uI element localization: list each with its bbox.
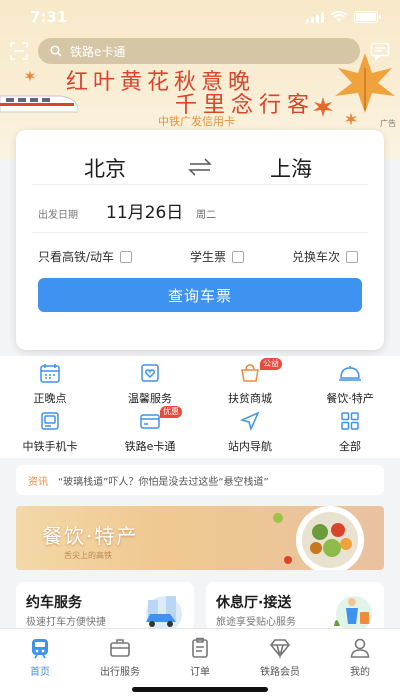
service-label: 中铁手机卡 [22, 440, 78, 453]
divider [32, 232, 368, 233]
service-label: 温馨服务 [128, 392, 172, 405]
calendar-clock-icon [37, 362, 63, 384]
filter-options: 只看高铁/动车 学生票 兑换车次 [16, 248, 384, 268]
order-list-icon [189, 637, 211, 659]
option-label: 兑换车次 [292, 250, 341, 264]
banner-sponsor: 中铁广发信用卡 [158, 115, 235, 128]
service-item-care[interactable]: 温馨服务 [110, 362, 190, 410]
service-label: 铁路e卡通 [124, 440, 176, 453]
message-button[interactable] [368, 40, 392, 62]
swap-cities-icon[interactable] [186, 156, 214, 178]
badge: 优惠 [160, 406, 182, 418]
food-banner-subtitle: 舌尖上的高铁 [64, 551, 112, 560]
option-label: 学生票 [190, 250, 227, 264]
tab-profile[interactable]: 我的 [320, 637, 400, 678]
tab-orders[interactable]: 订单 [160, 637, 240, 678]
service-grid: 正晚点 温馨服务 公益 扶贫商城 餐饮·特产 中铁手机卡 优惠 铁路e卡通 站内… [0, 356, 400, 458]
checkbox[interactable] [232, 250, 245, 263]
service-item-punctuality[interactable]: 正晚点 [10, 362, 90, 410]
lounge-transfer-card[interactable]: 休息厅·接送 旅途享受贴心服务 [206, 582, 384, 632]
exchange-train-option[interactable]: 兑换车次 [292, 248, 359, 265]
service-item-ecard[interactable]: 优惠 铁路e卡通 [110, 406, 190, 458]
service-item-all[interactable]: 全部 [310, 410, 390, 458]
tab-label: 首页 [30, 667, 50, 678]
wifi-icon [331, 11, 347, 22]
car-illustration [146, 596, 182, 632]
food-cover-icon [337, 362, 363, 384]
service-label: 扶贫商城 [228, 392, 272, 405]
food-plate-image [273, 506, 364, 570]
checkbox[interactable] [346, 250, 359, 263]
card-subtitle: 旅途享受贴心服务 [216, 617, 296, 628]
tab-label: 我的 [350, 667, 370, 678]
query-tickets-button[interactable]: 查询车票 [38, 278, 362, 312]
top-bar: 铁路e卡通 [8, 38, 392, 64]
food-banner-title: 餐饮·特产 [42, 524, 139, 548]
maple-leaf-icon [313, 97, 333, 117]
service-label: 餐饮·特产 [326, 392, 374, 405]
card-title: 休息厅·接送 [216, 595, 292, 611]
divider [32, 184, 368, 185]
ride-hailing-card[interactable]: 约车服务 极速打车方便快捷 [16, 582, 194, 632]
option-label: 只看高铁/动车 [38, 250, 115, 264]
message-icon [370, 42, 390, 60]
search-icon [50, 45, 62, 57]
food-banner[interactable]: 餐饮·特产 舌尖上的高铁 [16, 506, 384, 570]
tab-label: 订单 [190, 667, 210, 678]
tab-label: 出行服务 [100, 667, 140, 678]
home-indicator [132, 687, 268, 692]
date-label: 出发日期 [38, 210, 78, 221]
briefcase-icon [109, 637, 131, 659]
maple-leaf-icon [24, 70, 36, 82]
card-title: 约车服务 [26, 595, 82, 611]
service-label: 站内导航 [228, 440, 272, 453]
student-ticket-option[interactable]: 学生票 [190, 248, 245, 265]
to-city[interactable]: 上海 [270, 153, 312, 183]
search-bar[interactable]: 铁路e卡通 [38, 38, 360, 64]
heart-card-icon [137, 362, 163, 384]
battery-icon [354, 11, 381, 23]
checkbox[interactable] [120, 250, 133, 263]
ad-tag: 广告 [380, 119, 396, 128]
user-icon [349, 637, 371, 659]
service-label: 正晚点 [33, 392, 67, 405]
ticket-booking-card: 北京 上海 出发日期 11月26日 周二 只看高铁/动车 学生票 兑换车次 查询… [16, 130, 384, 350]
badge: 公益 [260, 358, 282, 370]
signal-icon [306, 11, 324, 23]
news-tag: 资讯 [28, 476, 48, 488]
from-city[interactable]: 北京 [84, 153, 126, 183]
weekday-label: 周二 [196, 210, 216, 221]
maple-leaf-icon [344, 112, 358, 126]
service-item-navigation[interactable]: 站内导航 [210, 410, 290, 458]
search-placeholder: 铁路e卡通 [70, 44, 126, 59]
traveler-illustration [334, 596, 372, 632]
status-bar: 7:31 [0, 0, 400, 34]
news-headline[interactable]: “玻璃栈道”吓人？你怕是没去过这些“悬空栈道” [58, 473, 269, 488]
grid-icon [337, 410, 363, 432]
bottom-tab-bar: 首页 出行服务 订单 铁路会员 我的 [0, 628, 400, 700]
service-item-food[interactable]: 餐饮·特产 [310, 362, 390, 410]
service-item-sim-card[interactable]: 中铁手机卡 [10, 410, 90, 458]
diamond-icon [269, 637, 291, 659]
status-time: 7:31 [30, 8, 68, 26]
card-subtitle: 极速打车方便快捷 [26, 617, 106, 628]
status-icons [306, 11, 381, 23]
service-item-charity-mall[interactable]: 公益 扶贫商城 [210, 358, 290, 410]
high-speed-only-option[interactable]: 只看高铁/动车 [38, 248, 133, 265]
scan-button[interactable] [8, 40, 30, 62]
navigation-icon [237, 410, 263, 432]
train-icon [29, 637, 51, 659]
scan-icon [10, 42, 28, 60]
tab-membership[interactable]: 铁路会员 [240, 637, 320, 678]
tab-label: 铁路会员 [260, 667, 300, 678]
tab-home[interactable]: 首页 [0, 637, 80, 678]
departure-date[interactable]: 11月26日 [106, 198, 183, 223]
tab-travel-services[interactable]: 出行服务 [80, 637, 160, 678]
service-label: 全部 [339, 440, 361, 453]
news-ticker[interactable]: 资讯 “玻璃栈道”吓人？你怕是没去过这些“悬空栈道” [16, 465, 384, 495]
sim-card-icon [37, 410, 63, 432]
